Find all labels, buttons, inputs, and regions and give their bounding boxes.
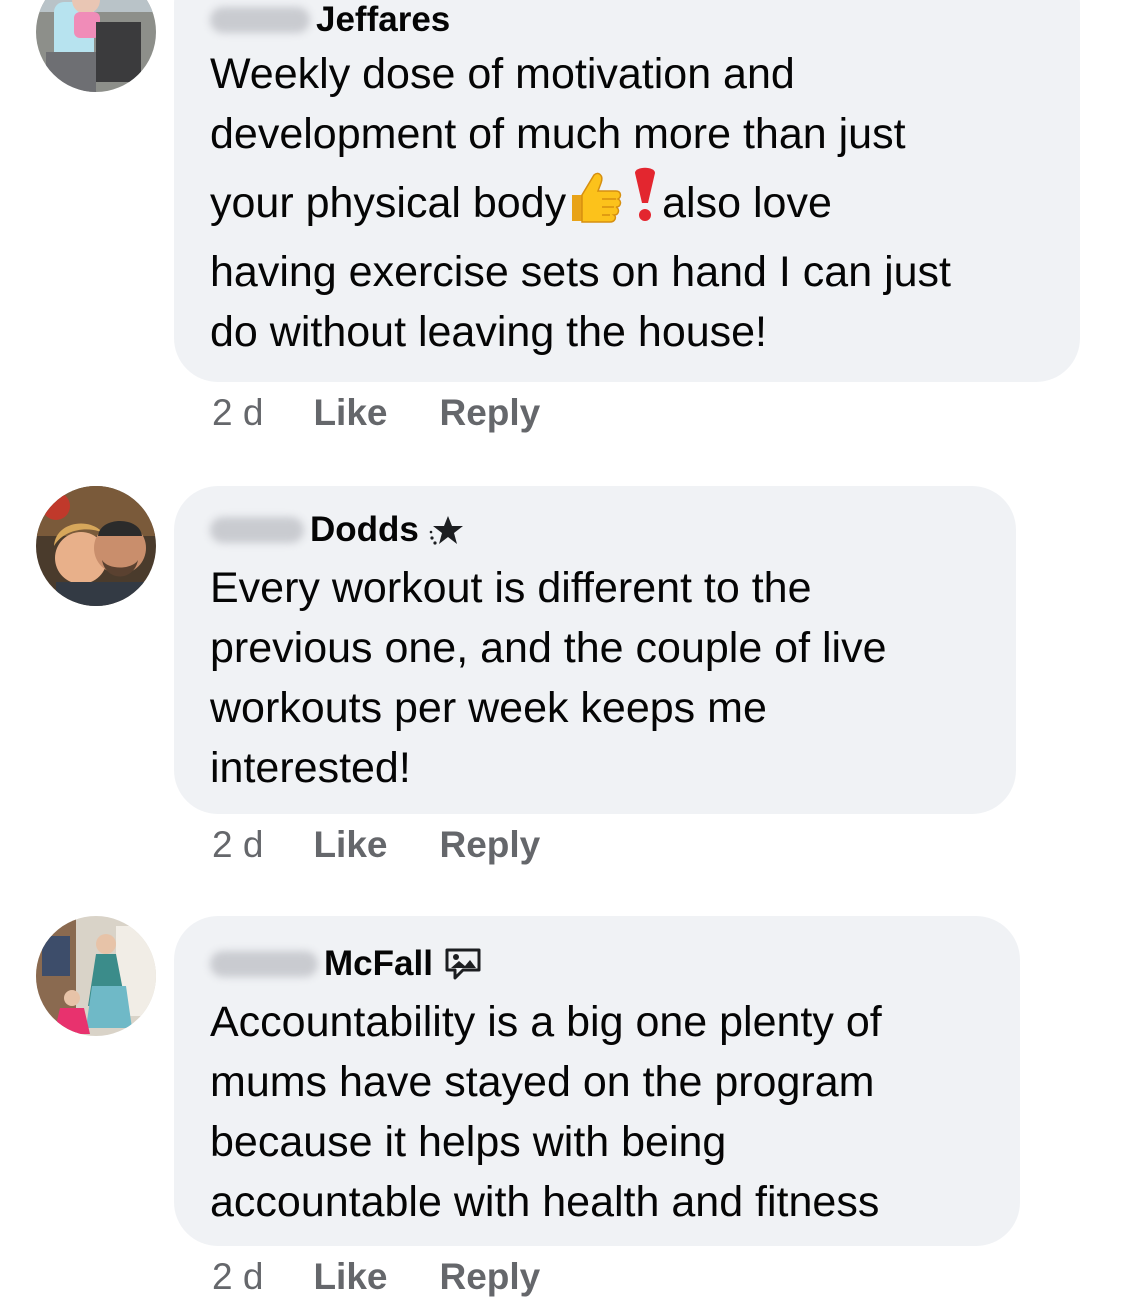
comment-text-segment: also love bbox=[662, 179, 832, 227]
avatar-photo-icon bbox=[36, 0, 156, 92]
comment-text: Accountability is a big one plenty of mu… bbox=[210, 992, 1000, 1232]
comment-text-line: workouts per week keeps me bbox=[210, 684, 767, 732]
comment-text-line: your physical body also love bbox=[210, 164, 1060, 242]
comment-3: McFall Accountability is a big one plent… bbox=[0, 880, 1125, 1304]
author-row: McFall bbox=[210, 944, 483, 984]
thumbs-up-icon bbox=[566, 170, 622, 248]
blurred-first-name bbox=[210, 7, 310, 33]
comment-text-line: interested! bbox=[210, 744, 411, 792]
comment-text-line: having exercise sets on hand I can just bbox=[210, 248, 951, 296]
avatar-photo-icon bbox=[36, 916, 156, 1036]
reply-button[interactable]: Reply bbox=[439, 392, 540, 434]
comment-text: Every workout is different to the previo… bbox=[210, 558, 996, 798]
like-button[interactable]: Like bbox=[313, 824, 387, 866]
comment-text-line: accountable with health and fitness bbox=[210, 1178, 880, 1226]
like-button[interactable]: Like bbox=[313, 392, 387, 434]
comment-text-line: previous one, and the couple of live bbox=[210, 624, 887, 672]
author-row: Jeffares bbox=[210, 0, 450, 40]
comment-text: Weekly dose of motivation and developmen… bbox=[210, 44, 1060, 362]
author-row: Dodds bbox=[210, 510, 467, 550]
avatar[interactable] bbox=[36, 0, 156, 92]
comment-bubble: Jeffares Weekly dose of motivation and d… bbox=[174, 0, 1080, 382]
timestamp[interactable]: 2 d bbox=[212, 824, 263, 866]
comment-text-segment: your physical body bbox=[210, 179, 567, 227]
avatar[interactable] bbox=[36, 486, 156, 606]
avatar-photo-icon bbox=[36, 486, 156, 606]
comment-text-line: Accountability is a big one plenty of bbox=[210, 998, 882, 1046]
red-exclamation-icon bbox=[632, 167, 658, 248]
avatar[interactable] bbox=[36, 916, 156, 1036]
timestamp[interactable]: 2 d bbox=[212, 392, 263, 434]
comment-text-line: mums have stayed on the program bbox=[210, 1058, 875, 1106]
comment-bubble: Dodds Every workout is different to the … bbox=[174, 486, 1016, 814]
comment-actions: 2 d Like Reply bbox=[212, 392, 540, 434]
like-button[interactable]: Like bbox=[313, 1256, 387, 1298]
reply-button[interactable]: Reply bbox=[439, 1256, 540, 1298]
comment-text-line: do without leaving the house! bbox=[210, 308, 768, 356]
comment-text-line: development of much more than just bbox=[210, 110, 906, 158]
timestamp[interactable]: 2 d bbox=[212, 1256, 263, 1298]
visual-storyteller-icon[interactable] bbox=[443, 946, 483, 982]
comment-text-line: because it helps with being bbox=[210, 1118, 727, 1166]
rising-star-icon[interactable] bbox=[429, 513, 467, 547]
comment-text-line: Weekly dose of motivation and bbox=[210, 50, 795, 98]
author-name[interactable]: Jeffares bbox=[316, 0, 450, 40]
comment-2: Dodds Every workout is different to the … bbox=[0, 440, 1125, 880]
blurred-first-name bbox=[210, 951, 318, 977]
blurred-first-name bbox=[210, 517, 304, 543]
author-name[interactable]: McFall bbox=[324, 944, 433, 984]
comment-1: Jeffares Weekly dose of motivation and d… bbox=[0, 0, 1125, 440]
comment-bubble: McFall Accountability is a big one plent… bbox=[174, 916, 1020, 1246]
comment-actions: 2 d Like Reply bbox=[212, 824, 540, 866]
reply-button[interactable]: Reply bbox=[439, 824, 540, 866]
comment-text-line: Every workout is different to the bbox=[210, 564, 812, 612]
author-name[interactable]: Dodds bbox=[310, 510, 419, 550]
comment-actions: 2 d Like Reply bbox=[212, 1256, 540, 1298]
